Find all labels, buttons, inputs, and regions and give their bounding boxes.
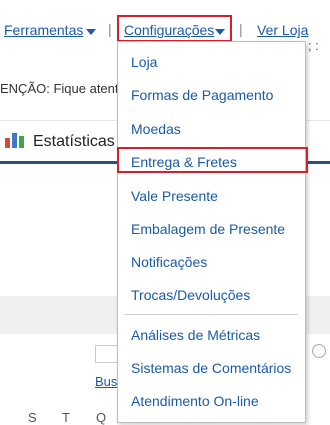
- menu-item-notificacoes[interactable]: Notificações: [131, 254, 207, 270]
- bar-chart-icon: [5, 133, 24, 148]
- nav-separator: |: [239, 21, 243, 37]
- menu-item-formas-de-pagamento[interactable]: Formas de Pagamento: [131, 87, 273, 103]
- entrega-fretes-highlight-box: [117, 147, 308, 173]
- menu-item-embalagem-de-presente[interactable]: Embalagem de Presente: [131, 221, 285, 237]
- menu-divider: [124, 314, 298, 315]
- search-link[interactable]: Bus: [95, 374, 117, 389]
- partial-nav-text: ; :: [308, 38, 319, 53]
- statistics-tab-label[interactable]: Estatísticas: [33, 133, 115, 151]
- nav-separator: |: [108, 21, 112, 37]
- menu-item-atendimento-online[interactable]: Atendimento On-line: [131, 393, 259, 409]
- configuracoes-highlight-box: [117, 15, 232, 42]
- menu-item-analises-de-metricas[interactable]: Análises de Métricas: [131, 327, 260, 343]
- ver-loja-link[interactable]: Ver Loja: [257, 22, 308, 38]
- menu-item-trocas-devolucoes[interactable]: Trocas/Devoluções: [131, 287, 250, 303]
- date-input[interactable]: [95, 345, 119, 363]
- configuracoes-dropdown-menu: Loja Formas de Pagamento Moedas Entrega …: [117, 41, 306, 423]
- radio-button[interactable]: [312, 344, 326, 358]
- chevron-down-icon[interactable]: [86, 29, 96, 35]
- attention-notice: ENÇÃO: Fique atent: [0, 81, 119, 96]
- menu-item-moedas[interactable]: Moedas: [131, 121, 181, 137]
- menu-item-sistemas-de-comentarios[interactable]: Sistemas de Comentários: [131, 360, 291, 376]
- ferramentas-menu-link[interactable]: Ferramentas: [4, 22, 83, 38]
- menu-item-vale-presente[interactable]: Vale Presente: [131, 188, 218, 204]
- menu-item-loja[interactable]: Loja: [131, 54, 157, 70]
